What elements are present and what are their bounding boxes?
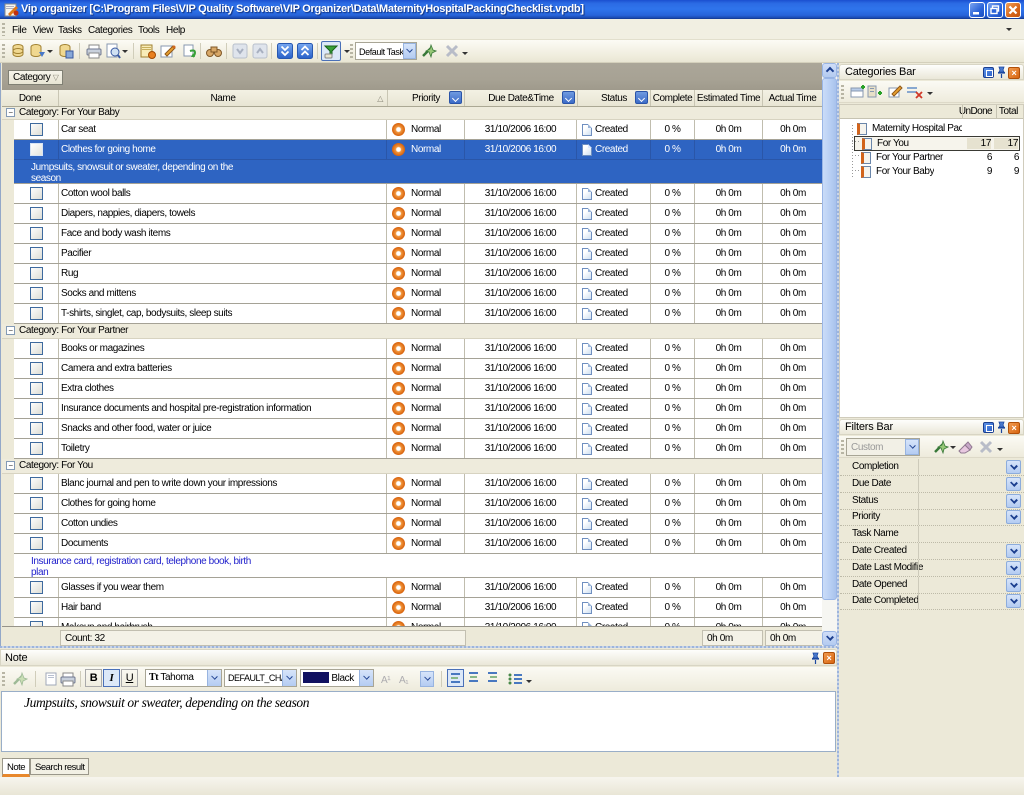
svg-text:A¹: A¹ xyxy=(381,675,391,686)
svg-text:A₁: A₁ xyxy=(399,675,409,686)
